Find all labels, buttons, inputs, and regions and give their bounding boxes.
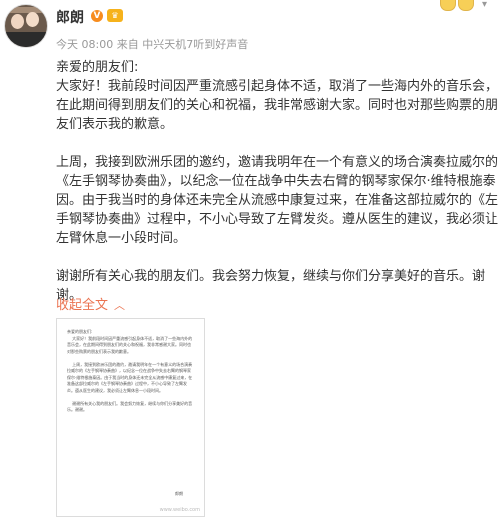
thumbnail-letter-text: 亲爱的朋友们: 大家好！我前段时间因严重流感引起身体不适，取消了一些海内外的音乐…: [67, 329, 193, 412]
avatar-background: [7, 7, 47, 13]
thumbnail-signature: 郎朗: [175, 491, 183, 496]
avatar[interactable]: [4, 4, 48, 48]
chevron-up-icon: ︿: [114, 299, 126, 312]
post-timestamp[interactable]: 今天 08:00: [56, 38, 113, 51]
post-source[interactable]: 来自 中兴天机7听到好声音: [117, 38, 249, 51]
post-image-thumbnail[interactable]: 亲爱的朋友们: 大家好！我前段时间因严重流感引起身体不适，取消了一些海内外的音乐…: [56, 318, 205, 517]
avatar-clothing: [5, 32, 47, 47]
verified-badge-icon: V: [91, 10, 103, 22]
emoji-icon: [458, 0, 474, 11]
chevron-down-icon[interactable]: ▾: [482, 0, 492, 10]
collapse-button[interactable]: 收起全文 ︿: [56, 294, 125, 313]
avatar-face: [26, 12, 39, 27]
member-crown-icon[interactable]: ♛: [107, 9, 123, 22]
emoji-icon: [440, 0, 456, 11]
username[interactable]: 郎朗: [56, 7, 84, 27]
collapse-label: 收起全文: [56, 298, 109, 313]
post-meta: 今天 08:00 来自 中兴天机7听到好声音: [56, 36, 248, 52]
avatar-face: [11, 14, 24, 29]
post-body: 亲爱的朋友们: 大家好！我前段时间因严重流感引起身体不适，取消了一些海内外的音乐…: [56, 60, 499, 303]
thumbnail-watermark: www.weibo.com: [159, 507, 200, 513]
